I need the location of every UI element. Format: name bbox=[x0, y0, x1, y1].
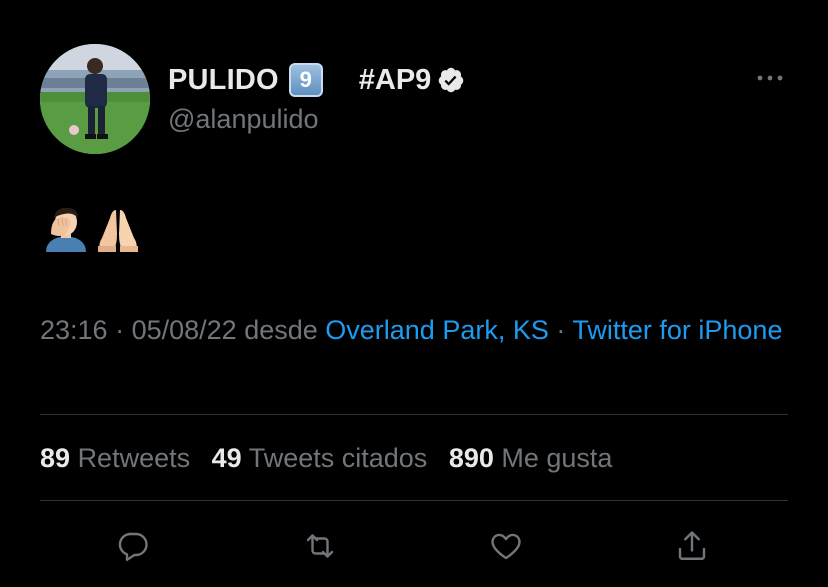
avatar-photo bbox=[40, 44, 150, 154]
reply-icon bbox=[118, 532, 148, 561]
tweet-time[interactable]: 23:16 bbox=[40, 315, 108, 345]
likes-count: 890 bbox=[448, 443, 494, 473]
more-options-icon[interactable] bbox=[754, 66, 786, 90]
retweet-icon bbox=[306, 534, 334, 558]
retweets-label: Retweets bbox=[77, 443, 191, 473]
user-handle[interactable]: @alanpulido bbox=[168, 104, 319, 135]
facepalm-emoji bbox=[46, 207, 86, 252]
tweet-meta: 23:16 · 05/08/22 desde Overland Park, KS… bbox=[40, 309, 800, 351]
divider-bottom bbox=[40, 500, 788, 501]
likes-stat[interactable]: 890 Me gusta bbox=[449, 443, 613, 473]
tweet-text bbox=[42, 204, 142, 252]
quotes-count: 49 bbox=[211, 443, 242, 473]
likes-label: Me gusta bbox=[501, 443, 613, 473]
keycap-digit-emoji: 9 bbox=[288, 63, 323, 97]
quotes-stat[interactable]: 49 Tweets citados bbox=[212, 443, 428, 473]
meta-separator-2: · bbox=[548, 315, 573, 345]
folded-hands-emoji bbox=[98, 210, 138, 252]
retweets-stat[interactable]: 89 Retweets bbox=[40, 443, 190, 473]
share-button[interactable] bbox=[672, 526, 712, 566]
location-link[interactable]: Overland Park, KS bbox=[325, 315, 549, 345]
desde-label: desde bbox=[236, 315, 326, 345]
source-link[interactable]: Twitter for iPhone bbox=[572, 315, 782, 345]
user-name-row: PULIDO 9 #AP9 bbox=[168, 58, 465, 102]
tweet-date[interactable]: 05/08/22 bbox=[132, 315, 237, 345]
avatar[interactable] bbox=[40, 44, 150, 154]
display-name[interactable]: PULIDO bbox=[168, 64, 279, 97]
retweet-button[interactable] bbox=[300, 526, 340, 566]
reply-button[interactable] bbox=[113, 526, 153, 566]
like-button[interactable] bbox=[486, 526, 526, 566]
divider-top bbox=[40, 414, 788, 415]
like-icon bbox=[491, 533, 521, 560]
retweets-count: 89 bbox=[40, 443, 71, 473]
meta-separator: · bbox=[107, 315, 132, 345]
verified-badge-icon bbox=[439, 67, 464, 93]
hashtag-name[interactable]: #AP9 bbox=[359, 64, 432, 97]
share-icon bbox=[678, 531, 706, 560]
action-bar bbox=[0, 526, 828, 566]
quotes-label: Tweets citados bbox=[248, 443, 428, 473]
engagement-stats: 89 Retweets 49 Tweets citados 890 Me gus… bbox=[40, 438, 626, 478]
